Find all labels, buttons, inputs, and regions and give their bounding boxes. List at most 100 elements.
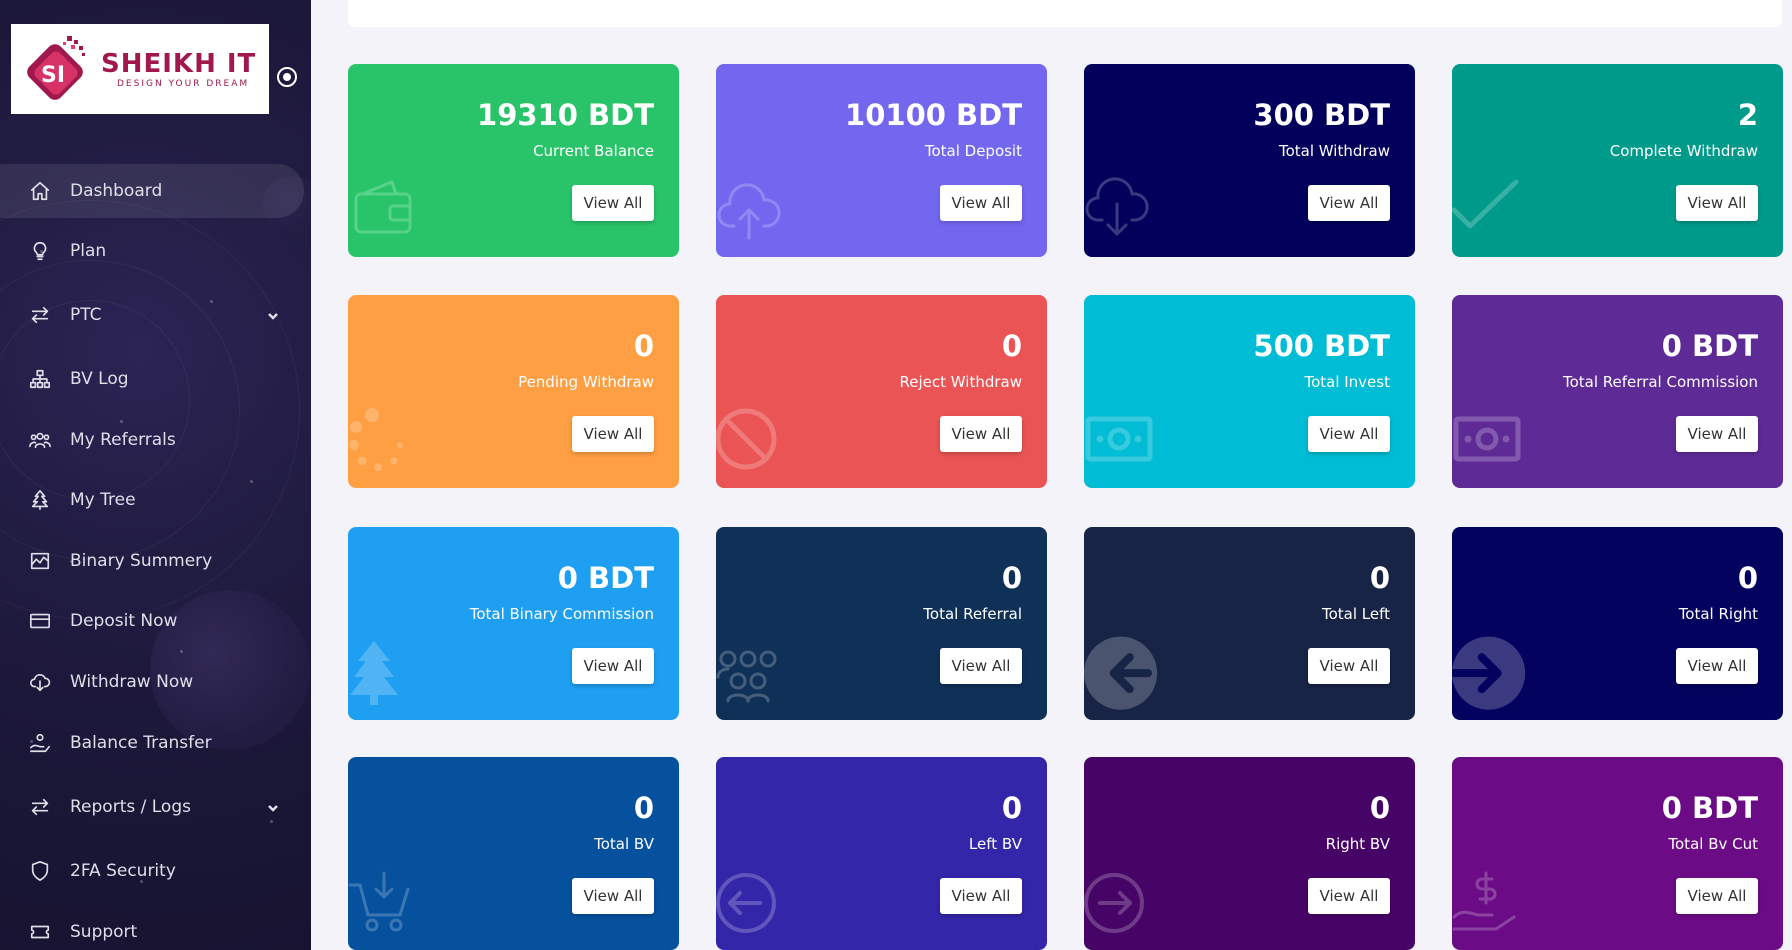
card-total-invest: 500 BDT Total Invest View All <box>1084 295 1415 488</box>
card-current-balance: 19310 BDT Current Balance View All <box>348 64 679 257</box>
spinner-icon <box>348 405 418 475</box>
sidebar-item-balance-transfer[interactable]: Balance Transfer <box>0 716 304 770</box>
sidebar-item-2fa-security[interactable]: 2FA Security <box>0 844 304 898</box>
chevron-down-icon <box>266 308 280 322</box>
sidebar-item-label: PTC <box>70 305 102 325</box>
sidebar-item-deposit-now[interactable]: Deposit Now <box>0 594 304 648</box>
cloud-download-icon <box>1084 174 1154 244</box>
view-all-button[interactable]: View All <box>1676 648 1758 684</box>
sidebar-item-label: Withdraw Now <box>70 672 194 692</box>
sidebar-item-label: My Tree <box>70 490 136 510</box>
card-label: Total Referral <box>923 605 1022 623</box>
logo-mark-icon: SI <box>19 30 97 108</box>
sidebar-item-reports-logs[interactable]: Reports / Logs <box>0 780 304 834</box>
sidebar-toggle-icon[interactable] <box>277 67 297 87</box>
users-icon <box>716 637 786 707</box>
card-total-bv-cut: 0 BDT Total Bv Cut View All <box>1452 757 1783 950</box>
card-label: Total Referral Commission <box>1562 373 1758 391</box>
chart-area-icon <box>29 550 51 572</box>
brand-logo[interactable]: SI SHEIKH IT DESIGN YOUR DREAM <box>11 24 269 114</box>
card-value: 0 <box>633 329 654 363</box>
view-all-button[interactable]: View All <box>572 648 654 684</box>
card-total-referral: 0 Total Referral View All <box>716 527 1047 720</box>
view-all-button[interactable]: View All <box>940 878 1022 914</box>
card-label: Total Withdraw <box>1278 142 1390 160</box>
sidebar-item-label: Support <box>70 922 138 942</box>
card-value: 0 <box>1001 791 1022 825</box>
card-label: Reject Withdraw <box>899 373 1022 391</box>
cloud-upload-icon <box>716 174 786 244</box>
card-right-bv: 0 Right BV View All <box>1084 757 1415 950</box>
chevron-down-icon <box>266 800 280 814</box>
view-all-button[interactable]: View All <box>572 185 654 221</box>
decor-star <box>180 650 183 653</box>
credit-card-icon <box>29 610 51 632</box>
sidebar-item-support[interactable]: Support <box>0 905 304 950</box>
card-label: Total Binary Commission <box>469 605 654 623</box>
view-all-button[interactable]: View All <box>1308 648 1390 684</box>
card-label: Total Invest <box>1304 373 1390 391</box>
users-icon <box>29 429 51 451</box>
sidebar-item-label: Balance Transfer <box>70 733 212 753</box>
card-value: 0 <box>1001 329 1022 363</box>
card-value: 19310 BDT <box>477 98 654 132</box>
tree-icon <box>29 489 51 511</box>
sidebar-item-label: Binary Summery <box>70 551 213 571</box>
card-total-right: 0 Total Right View All <box>1452 527 1783 720</box>
sidebar-item-binary-summery[interactable]: Binary Summery <box>0 534 304 588</box>
sitemap-icon <box>29 368 51 390</box>
sidebar-item-label: BV Log <box>70 369 129 389</box>
card-label: Total Deposit <box>924 142 1022 160</box>
ticket-icon <box>29 921 51 943</box>
sidebar-item-my-tree[interactable]: My Tree <box>0 473 304 527</box>
card-label: Left BV <box>968 835 1022 853</box>
view-all-button[interactable]: View All <box>1308 416 1390 452</box>
view-all-button[interactable]: View All <box>940 648 1022 684</box>
sidebar: SI SHEIKH IT DESIGN YOUR DREAM Dashboard… <box>0 0 311 950</box>
card-pending-withdraw: 0 Pending Withdraw View All <box>348 295 679 488</box>
view-all-button[interactable]: View All <box>1308 878 1390 914</box>
cloud-download-icon <box>29 671 51 693</box>
view-all-button[interactable]: View All <box>1676 185 1758 221</box>
sidebar-item-withdraw-now[interactable]: Withdraw Now <box>0 655 304 709</box>
view-all-button[interactable]: View All <box>940 416 1022 452</box>
arrows-exchange-icon <box>29 796 51 818</box>
card-value: 0 <box>633 791 654 825</box>
view-all-button[interactable]: View All <box>572 416 654 452</box>
card-total-binary-commission: 0 BDT Total Binary Commission View All <box>348 527 679 720</box>
money-bill-icon <box>1452 405 1522 475</box>
brand-tagline: DESIGN YOUR DREAM <box>117 79 250 89</box>
view-all-button[interactable]: View All <box>1676 878 1758 914</box>
card-value: 500 BDT <box>1253 329 1390 363</box>
tree-icon <box>348 637 418 707</box>
card-total-referral-commission: 0 BDT Total Referral Commission View All <box>1452 295 1783 488</box>
card-complete-withdraw: 2 Complete Withdraw View All <box>1452 64 1783 257</box>
view-all-button[interactable]: View All <box>1308 185 1390 221</box>
card-label: Current Balance <box>533 142 654 160</box>
arrow-circle-left-icon <box>716 867 786 937</box>
card-label: Total Bv Cut <box>1668 835 1758 853</box>
sidebar-item-my-referrals[interactable]: My Referrals <box>0 413 304 467</box>
card-label: Complete Withdraw <box>1609 142 1758 160</box>
ban-icon <box>716 405 786 475</box>
card-total-withdraw: 300 BDT Total Withdraw View All <box>1084 64 1415 257</box>
lightbulb-icon <box>29 240 51 262</box>
arrow-circle-right-icon <box>1084 867 1154 937</box>
sidebar-item-ptc[interactable]: PTC <box>0 288 304 342</box>
sidebar-item-label: My Referrals <box>70 430 176 450</box>
view-all-button[interactable]: View All <box>1676 416 1758 452</box>
card-label: Right BV <box>1325 835 1390 853</box>
view-all-button[interactable]: View All <box>572 878 654 914</box>
sidebar-item-label: Reports / Logs <box>70 797 191 817</box>
card-label: Total Right <box>1678 605 1758 623</box>
sidebar-item-label: 2FA Security <box>70 861 176 881</box>
card-label: Total BV <box>594 835 654 853</box>
card-total-left: 0 Total Left View All <box>1084 527 1415 720</box>
sidebar-item-bv-log[interactable]: BV Log <box>0 352 304 406</box>
home-icon <box>29 180 51 202</box>
check-icon <box>1452 174 1522 244</box>
sidebar-item-dashboard[interactable]: Dashboard <box>0 164 304 218</box>
view-all-button[interactable]: View All <box>940 185 1022 221</box>
card-left-bv: 0 Left BV View All <box>716 757 1047 950</box>
sidebar-item-plan[interactable]: Plan <box>0 224 304 278</box>
